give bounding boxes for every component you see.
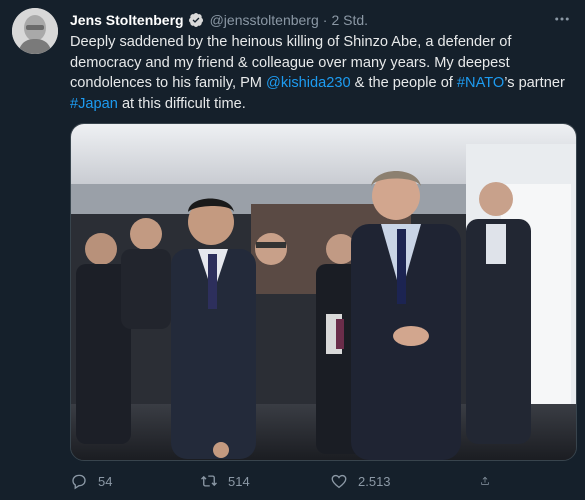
photo-illustration xyxy=(71,124,576,460)
share-icon xyxy=(481,476,489,485)
retweet-button[interactable]: 514 xyxy=(200,472,330,490)
tweet-text-part: & the people of xyxy=(350,75,457,91)
reply-count: 54 xyxy=(98,473,113,489)
more-icon xyxy=(555,17,569,21)
tweet-header: Jens Stoltenberg @jensstoltenberg · 2 St… xyxy=(70,10,368,30)
more-button[interactable] xyxy=(551,8,573,30)
heart-icon xyxy=(331,474,347,489)
avatar-photo xyxy=(12,8,58,54)
retweet-icon xyxy=(201,475,217,487)
reply-icon xyxy=(72,474,86,490)
tweet-text-part: ’s partner xyxy=(504,75,565,91)
mention-link[interactable]: @kishida230 xyxy=(266,75,351,91)
like-button[interactable]: 2.513 xyxy=(330,472,480,490)
tweet-photo[interactable] xyxy=(70,123,577,461)
share-button[interactable] xyxy=(480,472,500,490)
tweet-text: Deeply saddened by the heinous killing o… xyxy=(70,32,565,114)
timestamp[interactable]: 2 Std. xyxy=(331,12,368,28)
verified-badge-icon xyxy=(188,13,203,27)
hashtag-link-japan[interactable]: #Japan xyxy=(70,96,118,112)
like-count: 2.513 xyxy=(358,473,391,489)
separator-dot: · xyxy=(322,12,328,28)
avatar[interactable] xyxy=(12,8,58,54)
tweet-actions: 54 514 2.513 xyxy=(70,470,500,492)
hashtag-link-nato[interactable]: #NATO xyxy=(457,75,504,91)
author-handle[interactable]: @jensstoltenberg xyxy=(210,12,319,28)
retweet-count: 514 xyxy=(228,473,250,489)
tweet-text-part: at this difficult time. xyxy=(117,95,246,112)
reply-button[interactable]: 54 xyxy=(70,472,200,490)
author-name[interactable]: Jens Stoltenberg xyxy=(70,12,184,28)
